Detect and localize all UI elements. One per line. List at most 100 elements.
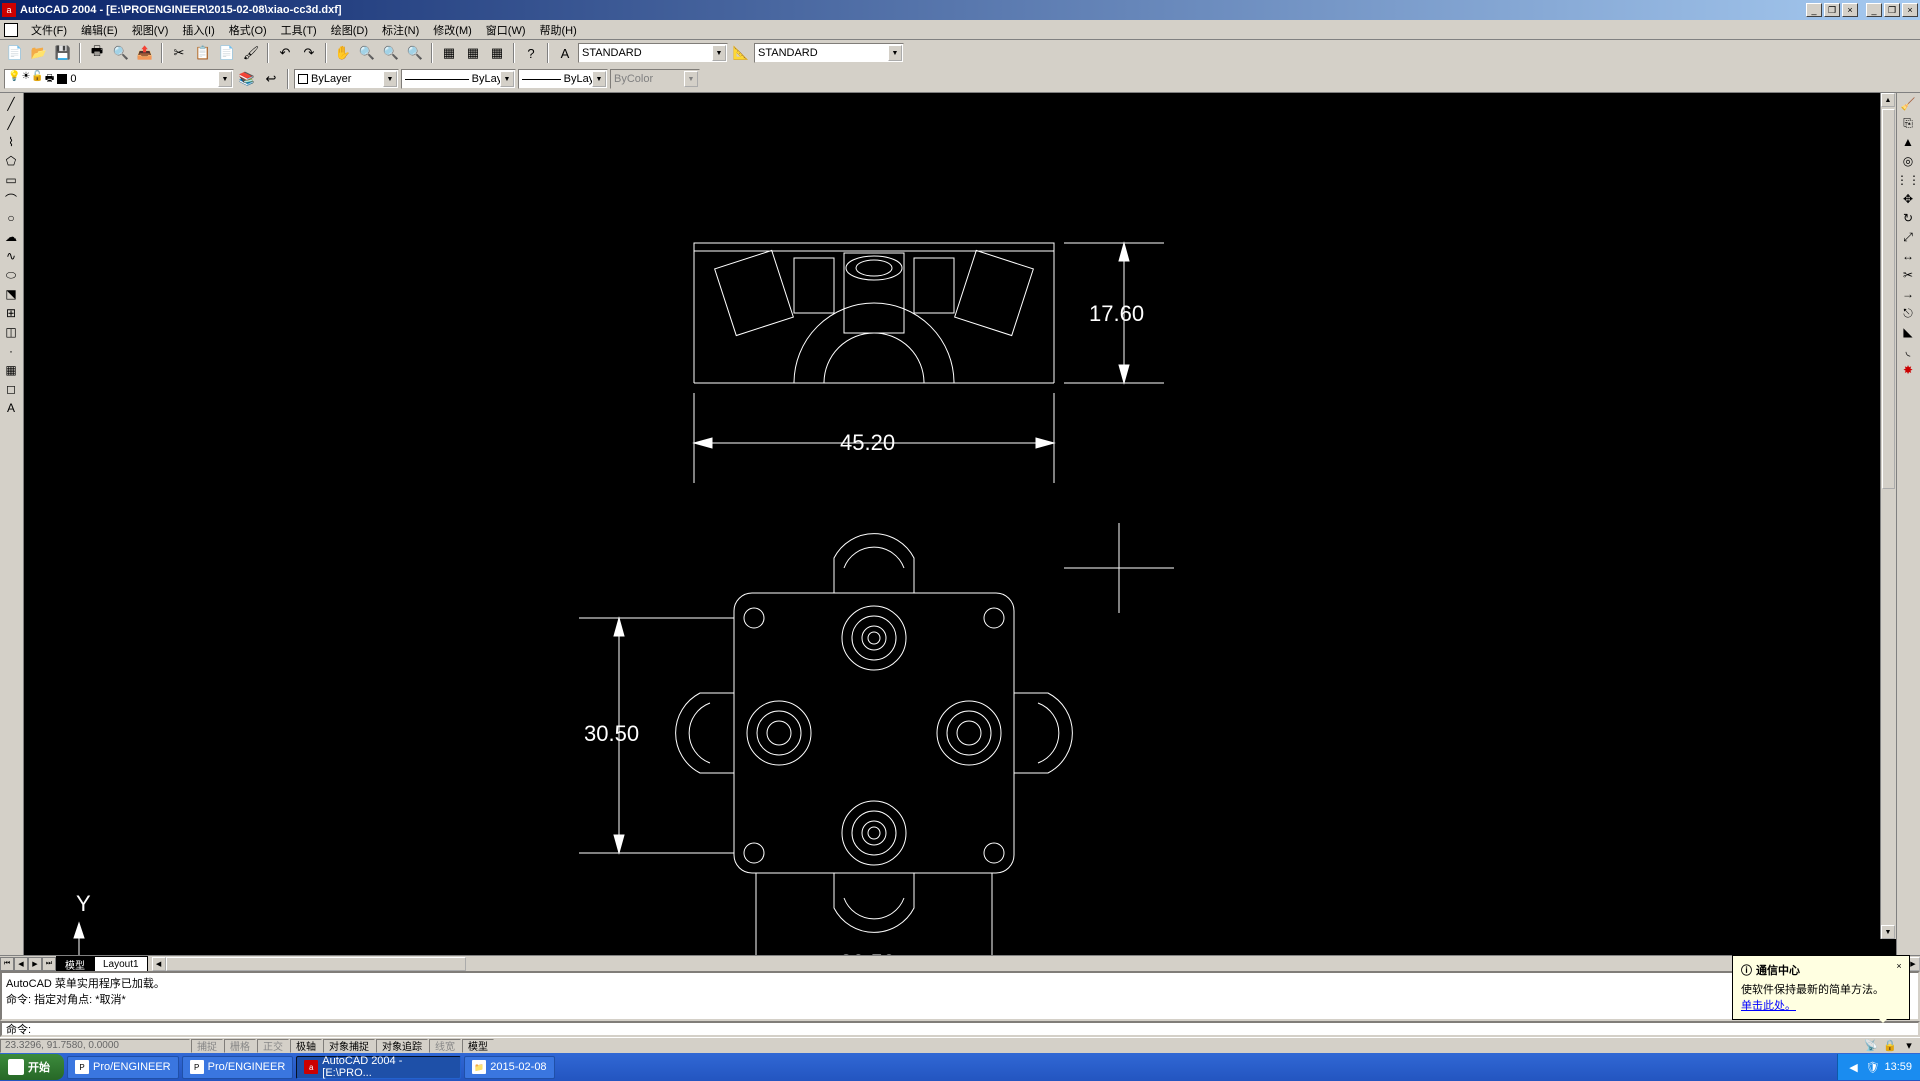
tab-next[interactable]: ▶	[28, 957, 42, 971]
mode-grid[interactable]: 栅格	[224, 1039, 256, 1053]
mode-model[interactable]: 模型	[462, 1039, 494, 1053]
task-proe-1[interactable]: PPro/ENGINEER	[67, 1056, 179, 1079]
hatch-tool[interactable]: ▦	[0, 361, 22, 379]
tray-menu-icon[interactable]: ▾	[1901, 1039, 1917, 1053]
text-tool[interactable]: A	[0, 399, 22, 417]
chamfer-tool[interactable]: ◣	[1897, 323, 1919, 341]
redo-button[interactable]: ↷	[298, 42, 320, 64]
dimstyle-combo[interactable]: STANDARD▼	[754, 43, 904, 63]
circle-tool[interactable]: ○	[0, 209, 22, 227]
menu-help[interactable]: 帮助(H)	[533, 20, 584, 40]
matchprop-button[interactable]: 🖌	[240, 42, 262, 64]
copy-tool[interactable]: ⎘	[1897, 114, 1919, 132]
menu-file[interactable]: 文件(F)	[24, 20, 74, 40]
balloon-link[interactable]: 单击此处。	[1741, 1000, 1796, 1012]
textstyle-combo[interactable]: STANDARD▼	[578, 43, 728, 63]
menu-draw[interactable]: 绘图(D)	[324, 20, 375, 40]
array-tool[interactable]: ⋮⋮	[1897, 171, 1919, 189]
zoom-prev-button[interactable]: 🔍	[404, 42, 426, 64]
mode-otrack[interactable]: 对象追踪	[376, 1039, 428, 1053]
help-button[interactable]: ?	[520, 42, 542, 64]
close-button[interactable]: ×	[1902, 3, 1918, 17]
vertical-scrollbar[interactable]: ▲▼	[1880, 93, 1896, 939]
save-button[interactable]: 💾	[52, 42, 74, 64]
layerprev-button[interactable]: ↩	[260, 68, 282, 90]
preview-button[interactable]: 🔍	[110, 42, 132, 64]
rectangle-tool[interactable]: ▭	[0, 171, 22, 189]
menu-view[interactable]: 视图(V)	[125, 20, 176, 40]
minimize-button[interactable]: _	[1866, 3, 1882, 17]
dc-button[interactable]: ▦	[462, 42, 484, 64]
zoom-win-button[interactable]: 🔍	[380, 42, 402, 64]
tray-icon-1[interactable]: ◀	[1846, 1060, 1860, 1074]
menu-window[interactable]: 窗口(W)	[479, 20, 533, 40]
tab-last[interactable]: ⏭	[42, 957, 56, 971]
task-folder[interactable]: 📁2015-02-08	[464, 1056, 554, 1079]
mode-ortho[interactable]: 正交	[257, 1039, 289, 1053]
arc-tool[interactable]: ⌒	[0, 190, 22, 208]
lineweight-combo[interactable]: ByLayer▼	[518, 69, 608, 89]
mode-snap[interactable]: 捕捉	[191, 1039, 223, 1053]
open-button[interactable]: 📂	[28, 42, 50, 64]
linetype-combo[interactable]: ByLayer▼	[401, 69, 516, 89]
tray-comm-icon[interactable]: 📡	[1863, 1039, 1879, 1053]
drawing-canvas[interactable]: 17.60 45.20	[24, 93, 1896, 955]
command-input[interactable]: 命令:	[0, 1021, 1920, 1037]
paste-button[interactable]: 📄	[216, 42, 238, 64]
block-tool[interactable]: ◫	[0, 323, 22, 341]
undo-button[interactable]: ↶	[274, 42, 296, 64]
tray-icon-2[interactable]: 🛡	[1865, 1060, 1879, 1074]
extend-tool[interactable]: →	[1897, 285, 1919, 303]
layer-combo[interactable]: 💡☀🔓🖶 0 ▼	[4, 69, 234, 89]
tray-lock-icon[interactable]: 🔒	[1882, 1039, 1898, 1053]
fillet-tool[interactable]: ◟	[1897, 342, 1919, 360]
properties-button[interactable]: ▦	[438, 42, 460, 64]
cut-button[interactable]: ✂	[168, 42, 190, 64]
textstyle-icon[interactable]: A	[554, 42, 576, 64]
color-combo[interactable]: ByLayer▼	[294, 69, 399, 89]
pan-button[interactable]: ✋	[332, 42, 354, 64]
tab-model[interactable]: 模型	[56, 956, 94, 971]
ellipsearc-tool[interactable]: ⬔	[0, 285, 22, 303]
menu-tools[interactable]: 工具(T)	[274, 20, 324, 40]
dimstyle-icon[interactable]: 📐	[730, 42, 752, 64]
trim-tool[interactable]: ✂	[1897, 266, 1919, 284]
menu-insert[interactable]: 插入(I)	[175, 20, 221, 40]
task-autocad[interactable]: aAutoCAD 2004 - [E:\PRO...	[296, 1056, 461, 1079]
print-button[interactable]: 🖶	[86, 42, 108, 64]
explode-tool[interactable]: ✸	[1897, 361, 1919, 379]
plotstyle-combo[interactable]: ByColor▼	[610, 69, 700, 89]
break-tool[interactable]: ⎋	[1897, 304, 1919, 322]
doc-restore-button[interactable]: ❐	[1824, 3, 1840, 17]
insert-tool[interactable]: ⊞	[0, 304, 22, 322]
menu-dimension[interactable]: 标注(N)	[375, 20, 426, 40]
zoom-rt-button[interactable]: 🔍	[356, 42, 378, 64]
tab-prev[interactable]: ◀	[14, 957, 28, 971]
balloon-close-button[interactable]: ×	[1893, 960, 1905, 972]
polygon-tool[interactable]: ⬠	[0, 152, 22, 170]
restore-button[interactable]: ❐	[1884, 3, 1900, 17]
mode-osnap[interactable]: 对象捕捉	[323, 1039, 375, 1053]
menu-edit[interactable]: 编辑(E)	[74, 20, 125, 40]
scale-tool[interactable]: ⤢	[1897, 228, 1919, 246]
ellipse-tool[interactable]: ⬭	[0, 266, 22, 284]
clock[interactable]: 13:59	[1884, 1061, 1912, 1073]
mode-polar[interactable]: 极轴	[290, 1039, 322, 1053]
doc-close-button[interactable]: ×	[1842, 3, 1858, 17]
offset-tool[interactable]: ◎	[1897, 152, 1919, 170]
mirror-tool[interactable]: ▲	[1897, 133, 1919, 151]
point-tool[interactable]: ·	[0, 342, 22, 360]
horizontal-scrollbar[interactable]: ◀▶	[152, 957, 1920, 971]
spline-tool[interactable]: ∿	[0, 247, 22, 265]
menu-modify[interactable]: 修改(M)	[426, 20, 479, 40]
start-button[interactable]: ⊞开始	[0, 1054, 64, 1080]
tp-button[interactable]: ▦	[486, 42, 508, 64]
publish-button[interactable]: 📤	[134, 42, 156, 64]
menu-format[interactable]: 格式(O)	[222, 20, 274, 40]
tab-layout1[interactable]: Layout1	[94, 956, 148, 971]
erase-tool[interactable]: 🧹	[1897, 95, 1919, 113]
mode-lwt[interactable]: 线宽	[429, 1039, 461, 1053]
doc-minimize-button[interactable]: _	[1806, 3, 1822, 17]
task-proe-2[interactable]: PPro/ENGINEER	[182, 1056, 294, 1079]
stretch-tool[interactable]: ↔	[1897, 247, 1919, 265]
